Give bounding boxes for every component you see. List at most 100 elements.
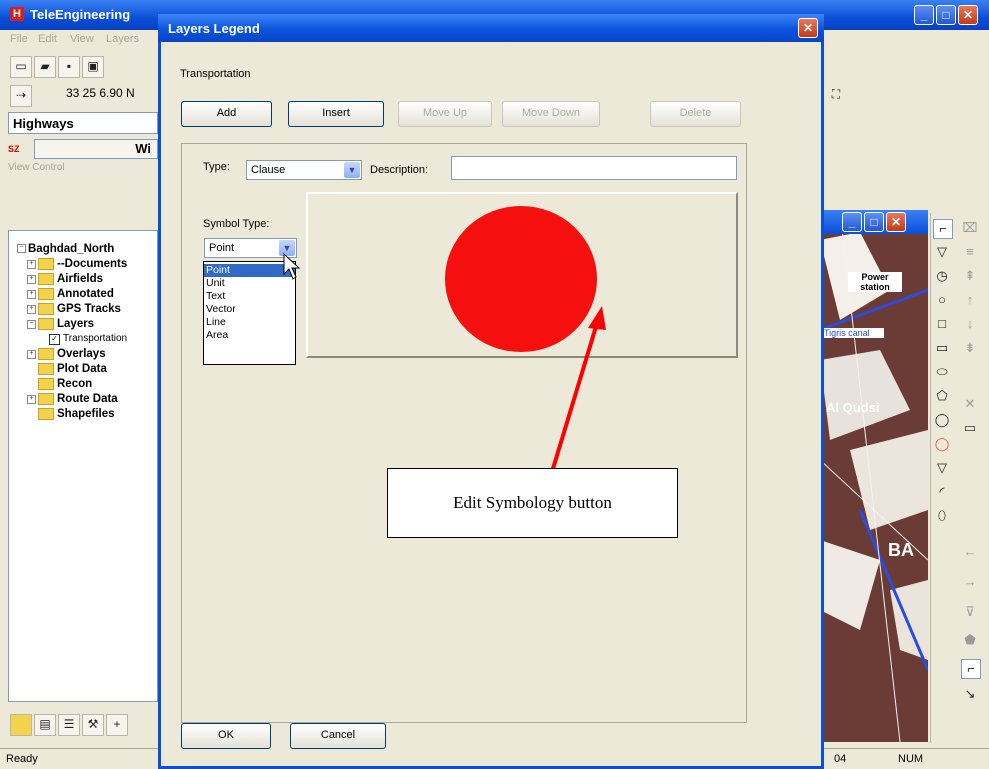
symbol-option-line[interactable]: Line [204,316,295,329]
symbol-type-value: Point [209,242,235,254]
menu-edit[interactable]: Edit [38,33,57,45]
cylinder-tool-icon[interactable]: ⬯ [933,507,951,525]
tree-item-recon[interactable]: Recon [38,378,92,390]
erase-tool-icon[interactable]: ⌧ [961,219,979,237]
app-title: TeleEngineering [30,7,131,22]
folder-icon [38,378,54,390]
layer-prefix: SZ [8,144,20,154]
ok-button[interactable]: OK [181,723,271,749]
tree-item-layers[interactable]: − Layers [27,318,94,330]
map-view[interactable]: Power station Tigris canal Al Qudsi BA [820,210,928,742]
type-select[interactable]: Clause ▼ [246,160,362,180]
tools-tab-icon[interactable]: ⚒ [82,714,104,736]
map-maximize-button[interactable]: □ [864,212,884,232]
sidebar-tab-strip: ▤ ☰ ⚒ + [8,710,158,738]
tree-root[interactable]: − Baghdad_North [17,243,114,255]
chevron-down-icon[interactable]: ▼ [344,162,360,178]
tree-item-transportation[interactable]: ✓ Transportation [49,333,127,345]
type-select-value: Clause [251,164,286,176]
description-input[interactable] [451,156,737,180]
move-up-button[interactable]: Move Up [398,101,492,127]
circle2-tool-icon[interactable]: ◯ [933,411,951,429]
bring-top-icon[interactable]: ⇞ [961,267,979,285]
folder-icon [38,363,54,375]
checkbox-checked-icon[interactable]: ✓ [49,334,60,345]
minimize-button[interactable]: _ [914,5,934,25]
tree-item-airfields[interactable]: + Airfields [27,273,103,285]
coordinate-readout: 33 25 6.90 N [66,86,135,100]
left-arrow-icon[interactable]: ← [961,543,979,561]
triangle-tool-icon[interactable]: ▽ [933,459,951,477]
symbol-option-vector[interactable]: Vector [204,303,295,316]
format-tool-icon[interactable]: ≡ [961,243,979,261]
polyline-tool-icon[interactable]: ⌐ [933,219,953,239]
tree-item-route-data[interactable]: + Route Data [27,393,118,405]
insert-button[interactable]: Insert [288,101,384,127]
menu-layers[interactable]: Layers [106,33,139,45]
map-label-al-qudsi: Al Qudsi [826,400,880,415]
folder-icon [38,258,54,270]
folders-tab-icon[interactable] [10,714,32,736]
folder-icon [38,348,54,360]
goto-icon[interactable]: ⇢ [10,85,32,107]
symbol-option-area[interactable]: Area [204,329,295,342]
map-close-button[interactable]: ✕ [886,212,906,232]
view-control-label: View Control [8,162,65,173]
delete-button[interactable]: Delete [650,101,741,127]
type-label: Type: [203,161,230,173]
dialog-close-button[interactable]: ✕ [798,18,818,38]
delete-tool-icon[interactable]: ✕ [961,395,979,413]
rectangle-tool-icon[interactable]: ▭ [933,339,951,357]
open-file-icon[interactable]: ▰ [34,56,56,78]
folder-icon [38,393,54,405]
right-arrow-icon[interactable]: → [961,573,979,591]
maximize-button[interactable]: □ [936,5,956,25]
arc-tool-icon[interactable]: ◜ [933,483,951,501]
square-tool-icon[interactable]: □ [933,315,951,333]
annotation-arrow-icon [550,306,606,473]
dialog-title: Layers Legend [168,21,260,36]
circle-tool-icon[interactable]: ○ [933,291,951,309]
new-file-icon[interactable]: ▭ [10,56,32,78]
tree-item-shapefiles[interactable]: Shapefiles [38,408,115,420]
polygon-tool-icon[interactable]: ▽ [933,243,951,261]
print-icon[interactable]: ▣ [82,56,104,78]
frame-tool-icon[interactable]: ▭ [961,419,979,437]
filter-icon[interactable]: ⊽ [961,603,979,621]
dialog-title-bar: Layers Legend ✕ [158,14,824,42]
move-down-icon[interactable]: ↓ [961,315,979,333]
ellipse-tool-icon[interactable]: ⬭ [933,363,951,381]
move-down-button[interactable]: Move Down [502,101,600,127]
layer-action-button[interactable]: Wi [34,139,158,159]
add-tab-icon[interactable]: + [106,714,128,736]
map-label-ba: BA [888,540,914,560]
tree-item-overlays[interactable]: + Overlays [27,348,106,360]
layer-selector[interactable]: Highways [8,112,158,134]
pentagon-tool-icon[interactable]: ⬠ [933,387,951,405]
document-tab-icon[interactable]: ▤ [34,714,56,736]
map-minimize-button[interactable]: _ [842,212,862,232]
save-icon[interactable]: ▪ [58,56,80,78]
tree-item-plot-data[interactable]: Plot Data [38,363,107,375]
add-button[interactable]: Add [181,101,272,127]
fit-extent-icon[interactable]: ⛶ [826,85,846,105]
send-bottom-icon[interactable]: ⇟ [961,339,979,357]
menu-file[interactable]: File [10,33,28,45]
list-tab-icon[interactable]: ☰ [58,714,80,736]
menu-view[interactable]: View [70,33,94,45]
move-up-icon[interactable]: ↑ [961,291,979,309]
tree-item-documents[interactable]: + --Documents [27,258,127,270]
pointer-arrow-icon[interactable]: ↘ [961,685,979,703]
annotation-callout: Edit Symbology button [387,468,678,538]
tree-item-gps-tracks[interactable]: + GPS Tracks [27,303,121,315]
line-select-icon[interactable]: ⌐ [961,659,981,679]
app-logo-icon: H [10,7,24,21]
clock-tool-icon[interactable]: ◷ [933,267,951,285]
symbol-option-text[interactable]: Text [204,290,295,303]
red-circle-tool-icon[interactable]: ◯ [933,435,951,453]
shape-icon[interactable]: ⬟ [961,631,979,649]
close-button[interactable]: ✕ [958,5,978,25]
folder-icon [38,288,54,300]
cancel-button[interactable]: Cancel [290,723,386,749]
tree-item-annotated[interactable]: + Annotated [27,288,114,300]
